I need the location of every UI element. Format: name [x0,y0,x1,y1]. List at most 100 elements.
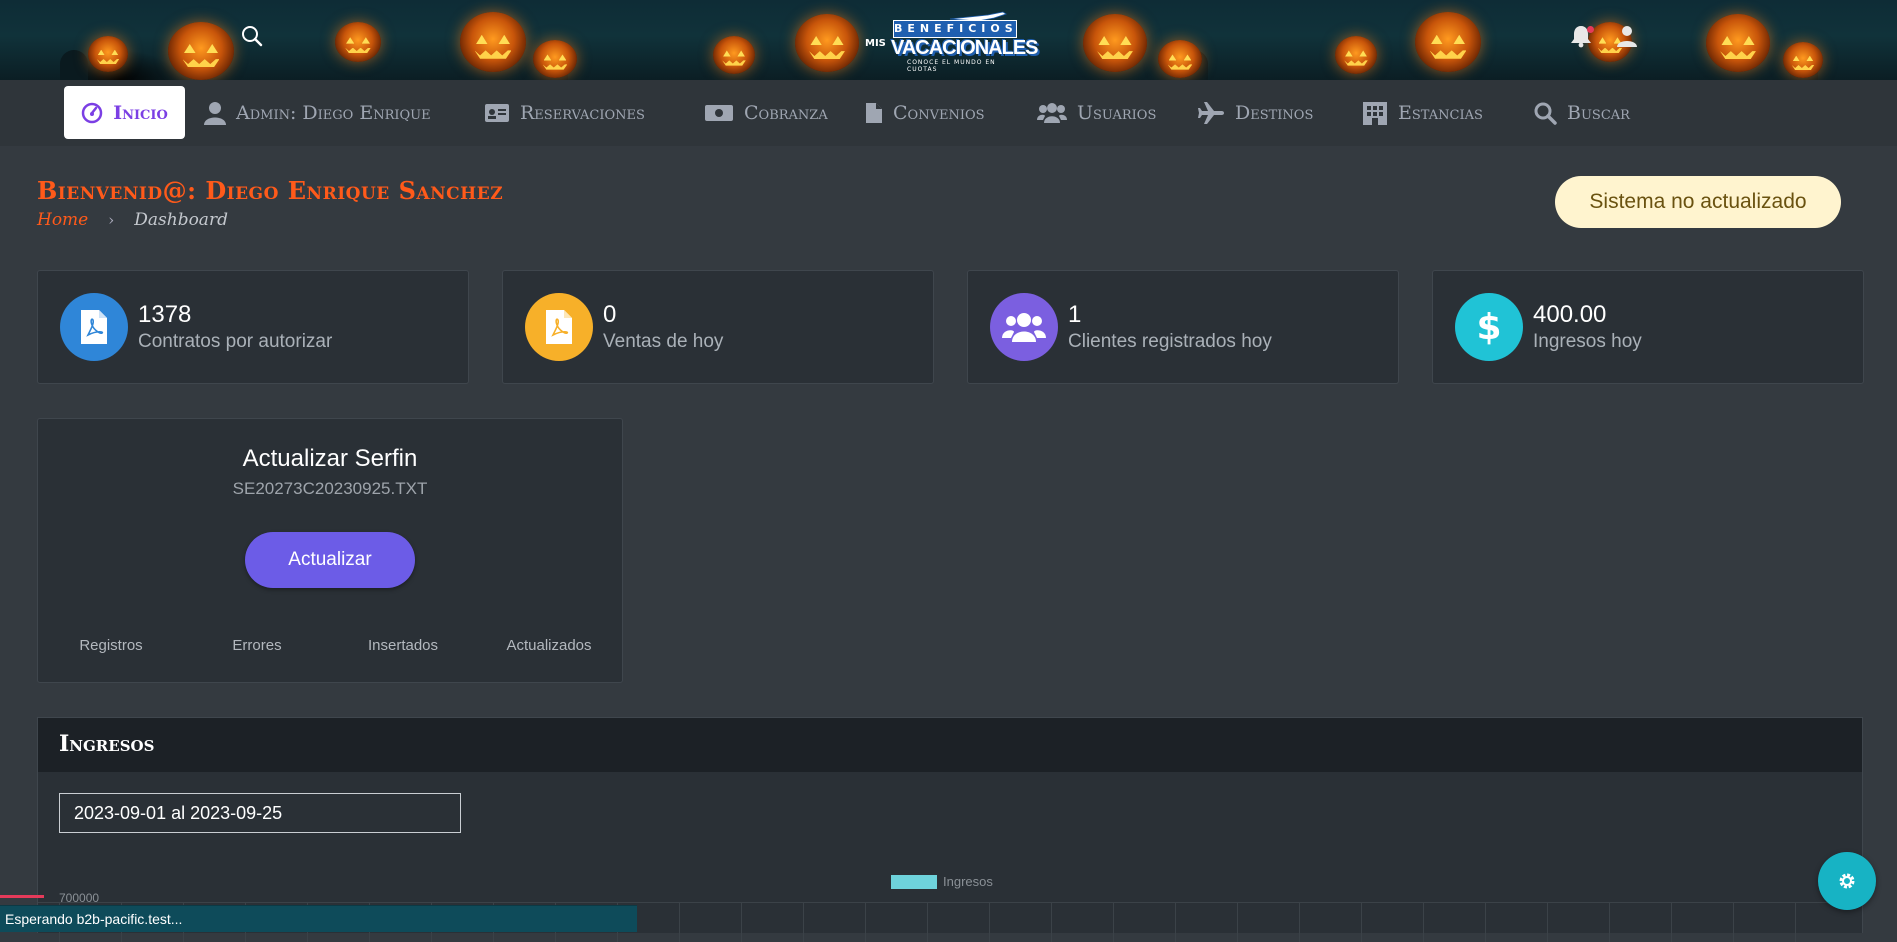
pumpkin-decoration [1335,36,1377,74]
pumpkin-decoration [533,40,577,78]
search-icon[interactable] [240,24,264,48]
stat-value: 1 [1068,301,1082,328]
search-icon [1534,102,1557,125]
settings-button[interactable] [1818,852,1876,910]
nav-item-destinos[interactable]: Destinos [1197,86,1313,139]
stat-card-ingresos[interactable]: $ 400.00 Ingresos hoy [1432,270,1864,384]
dollar-icon: $ [1477,307,1501,347]
nav-item-usuarios[interactable]: Usuarios [1037,86,1156,139]
nav-label: Destinos [1235,101,1314,124]
pumpkin-decoration [795,14,859,72]
stat-label: Ventas de hoy [603,331,724,352]
pumpkin-decoration [88,36,128,72]
notifications-button[interactable] [1570,24,1594,48]
plane-icon [1198,101,1224,124]
nav-item-convenios[interactable]: Convenios [865,86,985,139]
stat-value: 1378 [138,301,192,328]
nav-item-buscar[interactable]: Buscar [1533,86,1630,139]
id-card-icon [485,103,509,122]
browser-status-bar: Esperando b2b-pacific.test... [0,905,637,932]
chevron-right-icon: › [108,211,115,229]
stat-card-contratos[interactable]: 1378 Contratos por autorizar [37,270,469,384]
file-pdf-icon [81,310,107,344]
chart-grid-column [1547,902,1548,942]
stat-icon-circle: $ [1455,293,1523,361]
nav-item-cobranza[interactable]: Cobranza [704,86,828,139]
users-icon [1037,102,1067,123]
chart-grid-column [1795,902,1796,942]
stat-card-clientes[interactable]: 1 Clientes registrados hoy [967,270,1399,384]
chart-grid-column [803,902,804,942]
date-range-input[interactable] [59,793,461,833]
page-title: Bienvenid@: Diego Enrique Sanchez [37,176,504,205]
user-icon [204,101,226,125]
pumpkin-decoration [1706,14,1770,72]
chart-grid-column [865,902,866,942]
update-serfin-panel: Actualizar Serfin SE20273C20230925.TXT A… [37,418,623,683]
stat-column-registros: Registros [79,637,143,654]
users-icon [1002,313,1046,342]
system-status-badge: Sistema no actualizado [1555,176,1841,228]
legend-label: Ingresos [943,874,993,889]
brand-logo[interactable]: BENEFICIOS MIS VACACIONALES CONOCE EL MU… [863,10,1039,73]
pumpkin-decoration [460,12,526,72]
chart-grid-column [741,902,742,942]
nav-label: Reservaciones [520,101,645,124]
legend-swatch [891,874,937,889]
actualizar-button[interactable]: Actualizar [245,532,415,588]
chart-grid-column [1299,902,1300,942]
pumpkin-decoration [1158,40,1202,78]
stat-value: 400.00 [1533,301,1607,328]
stat-icon-circle [525,293,593,361]
chart-grid-column [1609,902,1610,942]
pumpkin-decoration [335,22,381,62]
stat-card-ventas[interactable]: 0 Ventas de hoy [502,270,934,384]
dashboard-icon [81,102,103,123]
pumpkin-decoration [1083,14,1147,72]
halloween-banner: BENEFICIOS MIS VACACIONALES CONOCE EL MU… [0,0,1897,80]
nav-item-reservaciones[interactable]: Reservaciones [484,86,645,139]
chart-grid-column [1423,902,1424,942]
chart-grid-column [1733,902,1734,942]
stat-label: Clientes registrados hoy [1068,331,1272,352]
nav-label: Cobranza [744,101,828,124]
tombstone-decoration [60,50,88,80]
stat-column-actualizados: Actualizados [506,637,592,654]
nav-label: Buscar [1567,101,1630,124]
logo-line2: VACACIONALES [891,37,1039,59]
chart-grid-column [1113,902,1114,942]
chart-grid-column [927,902,928,942]
nav-item-estancias[interactable]: Estancias [1362,86,1483,139]
ingresos-panel: Ingresos Ingresos 700000 [37,717,1863,942]
chart-gridline [38,902,1862,903]
pumpkin-decoration [1783,42,1823,78]
chart-grid-column [1051,902,1052,942]
loading-indicator [0,895,44,898]
nav-item-inicio[interactable]: Inicio [64,86,185,139]
logo-prefix: MIS [865,38,886,49]
breadcrumb-home-link[interactable]: Home [37,210,88,230]
nav-label: Admin: Diego Enrique [236,101,431,124]
chart-legend[interactable]: Ingresos [891,874,993,889]
stat-icon-circle [60,293,128,361]
update-filename: SE20273C20230925.TXT [232,479,428,498]
breadcrumb: Home › Dashboard [37,210,228,230]
chart-grid-column [1237,902,1238,942]
pumpkin-decoration [168,22,234,80]
chart-grid-column [679,902,680,942]
ingresos-header: Ingresos [38,718,1862,772]
nav-item-admin[interactable]: Admin: Diego Enrique [204,86,431,139]
breadcrumb-current: Dashboard [134,210,228,230]
logo-line1: BENEFICIOS [893,20,1017,38]
stat-column-insertados: Insertados [367,637,439,654]
chart-grid-column [1361,902,1362,942]
money-icon [705,104,733,121]
svg-text:$: $ [1477,307,1501,347]
notification-dot [1587,26,1594,33]
pumpkin-decoration [713,36,755,74]
logo-tagline: CONOCE EL MUNDO EN CUOTAS [907,59,996,73]
nav-label: Usuarios [1077,101,1157,124]
file-pdf-icon [546,310,572,344]
stat-value: 0 [603,301,617,328]
user-icon[interactable] [1616,24,1638,48]
